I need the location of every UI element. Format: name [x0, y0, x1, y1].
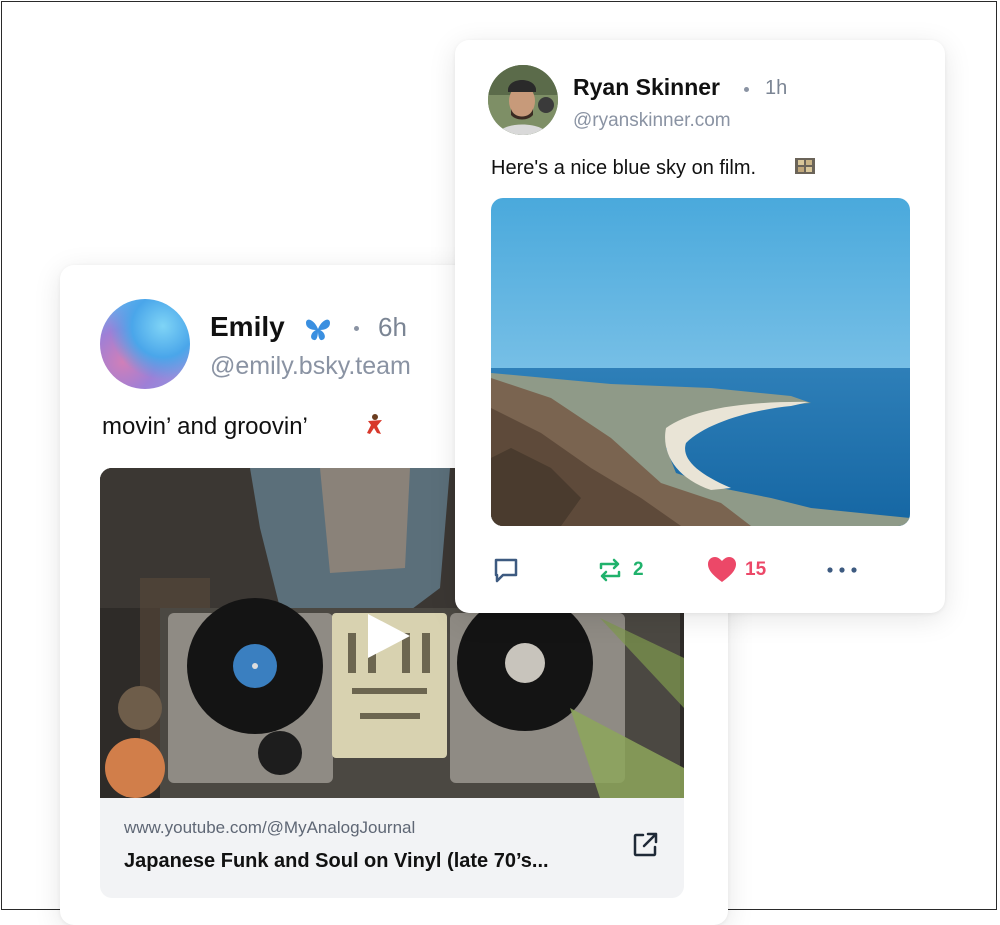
like-count: 15	[745, 559, 767, 580]
post-card-ryan[interactable]: Ryan Skinner 1h @ryanskinner.com Here's …	[455, 40, 945, 613]
coastline-photo	[491, 198, 910, 526]
separator-dot	[744, 87, 749, 92]
avatar[interactable]	[100, 299, 190, 389]
author-name[interactable]: Ryan Skinner	[573, 74, 720, 101]
butterfly-icon	[306, 319, 330, 341]
post-text: Here's a nice blue sky on film.	[491, 157, 757, 179]
post-text: movin’ and groovin’	[102, 413, 308, 440]
post-time: 6h	[378, 312, 407, 342]
reply-icon	[494, 558, 518, 583]
avatar-photo	[488, 65, 558, 135]
ellipsis-icon	[827, 567, 857, 573]
post-time: 1h	[765, 77, 788, 99]
link-preview[interactable]: www.youtube.com/@MyAnalogJournal Japanes…	[100, 798, 684, 898]
reply-button[interactable]	[491, 550, 521, 590]
repost-count: 2	[633, 559, 644, 580]
more-options-button[interactable]	[825, 550, 859, 590]
post-actions: 2 15	[491, 550, 910, 590]
heart-icon	[708, 557, 736, 582]
author-name[interactable]: Emily	[210, 311, 285, 343]
external-link-icon[interactable]	[630, 830, 660, 860]
repost-button[interactable]: 2	[595, 550, 644, 590]
author-handle[interactable]: @emily.bsky.team	[210, 352, 411, 381]
post-image[interactable]	[491, 198, 910, 526]
dancing-emoji-icon	[367, 414, 382, 434]
film-frames-emoji-icon	[795, 158, 815, 174]
link-url[interactable]: www.youtube.com/@MyAnalogJournal	[124, 818, 415, 838]
separator-dot	[354, 326, 359, 331]
author-handle[interactable]: @ryanskinner.com	[573, 110, 731, 132]
like-button[interactable]: 15	[707, 550, 766, 590]
repost-icon	[599, 558, 621, 582]
avatar[interactable]	[488, 65, 558, 135]
screenshot-frame: Emily 6h @emily.bsky.team movin’ and gro…	[1, 1, 997, 925]
link-title[interactable]: Japanese Funk and Soul on Vinyl (late 70…	[124, 850, 549, 873]
